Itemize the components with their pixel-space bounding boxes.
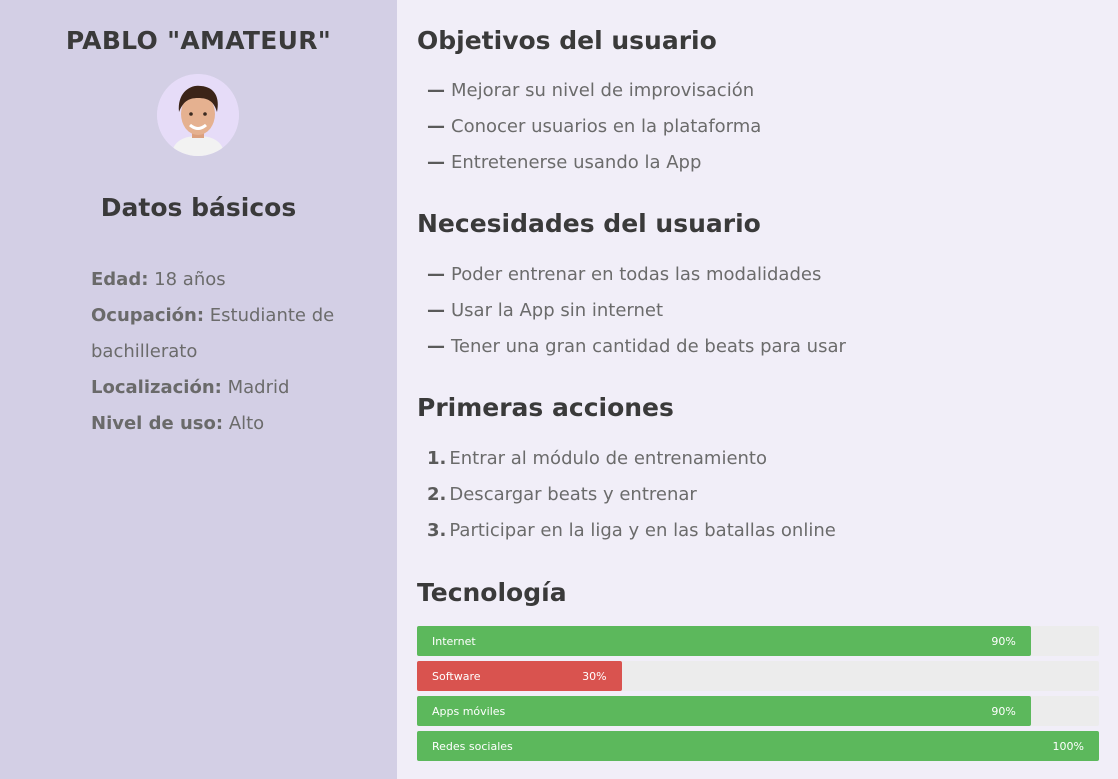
list-item-text: Participar en la liga y en las batallas … [449, 520, 836, 541]
avatar [157, 74, 239, 156]
technology-bars: Internet 90% Software 30% Apps móviles 9… [417, 626, 1099, 766]
list-item: — Tener una gran cantidad de beats para u… [427, 329, 846, 365]
progress-bar-internet: Internet 90% [417, 626, 1031, 656]
progress-bar-software: Software 30% [417, 661, 622, 691]
item-number: 1. [427, 448, 447, 469]
progress-bar-social: Redes sociales 100% [417, 731, 1099, 761]
list-item-text: Poder entrenar en todas las modalidades [451, 264, 822, 285]
list-item-text: Entrar al módulo de entrenamiento [449, 448, 768, 469]
fact-usage-level: Nivel de uso: Alto [91, 406, 351, 442]
persona-sidebar: PABLO "AMATEUR" Datos básicos Edad: 18 a… [0, 0, 397, 779]
list-item-text: Tener una gran cantidad de beats para us… [451, 336, 846, 357]
progress-label: Redes sociales [432, 739, 513, 753]
needs-list: — Poder entrenar en todas las modalidades… [427, 257, 846, 365]
list-item: 2. Descargar beats y entrenar [427, 477, 836, 513]
fact-value: Alto [228, 413, 265, 434]
list-item-text: Descargar beats y entrenar [449, 484, 697, 505]
actions-list: 1. Entrar al módulo de entrenamiento 2. De… [427, 441, 836, 549]
fact-location: Localización: Madrid [91, 370, 351, 406]
fact-value: 18 años [154, 269, 226, 290]
list-item: 3. Participar en la liga y en las batalla… [427, 513, 836, 549]
dash-icon: — [427, 80, 445, 101]
progress-label: Internet [432, 634, 476, 648]
persona-page: PABLO "AMATEUR" Datos básicos Edad: 18 a… [0, 0, 1118, 779]
fact-label: Edad: [91, 269, 149, 290]
progress-percent: 90% [991, 704, 1016, 718]
technology-title: Tecnología [417, 578, 567, 607]
progress-percent: 30% [582, 669, 607, 683]
list-item-text: Usar la App sin internet [451, 300, 664, 321]
progress-label: Apps móviles [432, 704, 506, 718]
progress-label: Software [432, 669, 481, 683]
list-item: — Conocer usuarios en la plataforma [427, 109, 761, 145]
goals-list: — Mejorar su nivel de improvisación — Cono… [427, 73, 761, 181]
fact-value: Madrid [227, 377, 290, 398]
list-item: — Usar la App sin internet [427, 293, 846, 329]
progress-percent: 100% [1052, 739, 1084, 753]
list-item: 1. Entrar al módulo de entrenamiento [427, 441, 836, 477]
fact-label: Nivel de uso: [91, 413, 224, 434]
fact-label: Ocupación: [91, 305, 205, 326]
progress-track-apps: Apps móviles 90% [417, 696, 1099, 726]
basic-data-title: Datos básicos [100, 193, 297, 222]
fact-label: Localización: [91, 377, 222, 398]
dash-icon: — [427, 116, 445, 137]
persona-main: Objetivos del usuario — Mejorar su nivel … [397, 0, 1118, 779]
list-item: — Poder entrenar en todas las modalidades [427, 257, 846, 293]
list-item: — Mejorar su nivel de improvisación [427, 73, 761, 109]
actions-title: Primeras acciones [417, 393, 674, 422]
progress-percent: 90% [991, 634, 1016, 648]
needs-title: Necesidades del usuario [417, 209, 761, 238]
list-item-text: Conocer usuarios en la plataforma [451, 116, 762, 137]
goals-title: Objetivos del usuario [417, 26, 717, 55]
progress-track-software: Software 30% [417, 661, 1099, 691]
progress-track-social: Redes sociales 100% [417, 731, 1099, 761]
persona-name: PABLO "AMATEUR" [65, 26, 332, 55]
dash-icon: — [427, 264, 445, 285]
basic-facts: Edad: 18 años Ocupación: Estudiante de b… [91, 262, 351, 442]
dash-icon: — [427, 152, 445, 173]
list-item-text: Mejorar su nivel de improvisación [451, 80, 755, 101]
fact-age: Edad: 18 años [91, 262, 351, 298]
list-item-text: Entretenerse usando la App [451, 152, 702, 173]
item-number: 2. [427, 484, 447, 505]
item-number: 3. [427, 520, 447, 541]
list-item: — Entretenerse usando la App [427, 145, 761, 181]
fact-occupation: Ocupación: Estudiante de bachillerato [91, 298, 351, 370]
dash-icon: — [427, 336, 445, 357]
progress-bar-apps: Apps móviles 90% [417, 696, 1031, 726]
dash-icon: — [427, 300, 445, 321]
progress-track-internet: Internet 90% [417, 626, 1099, 656]
